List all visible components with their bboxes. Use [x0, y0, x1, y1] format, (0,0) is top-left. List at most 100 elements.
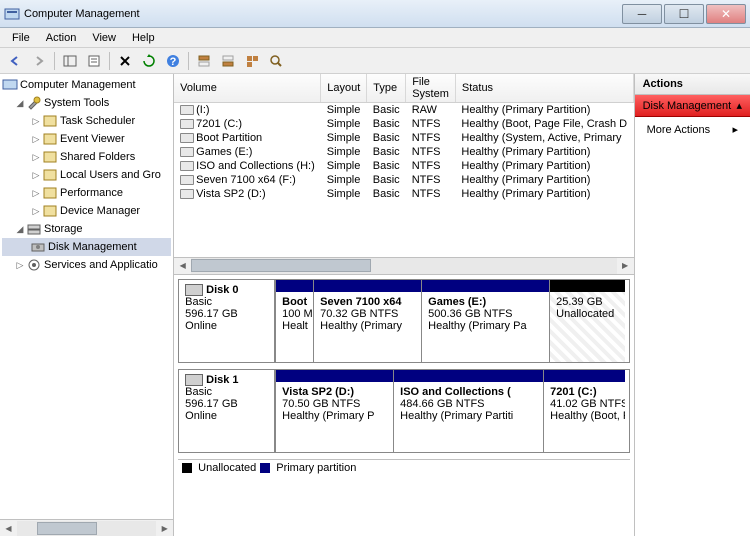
storage-icon — [26, 221, 42, 237]
menu-file[interactable]: File — [4, 30, 38, 46]
volume-row[interactable]: Vista SP2 (D:)SimpleBasicNTFSHealthy (Pr… — [174, 187, 633, 201]
delete-button[interactable] — [114, 50, 136, 72]
partition-status: Healthy (Primary — [320, 320, 402, 332]
back-button[interactable] — [4, 50, 26, 72]
column-header[interactable]: Layout — [321, 74, 367, 103]
scroll-thumb[interactable] — [191, 259, 371, 272]
disk-size: 596.17 GB — [185, 308, 268, 320]
partition-status: Healthy (Boot, Pag — [550, 410, 625, 422]
expand-icon[interactable]: ▷ — [30, 188, 42, 199]
volume-row[interactable]: Boot PartitionSimpleBasicNTFSHealthy (Sy… — [174, 131, 633, 145]
tree-disk-management[interactable]: Disk Management — [2, 238, 171, 256]
tree-item[interactable]: ▷Performance — [2, 184, 171, 202]
disk-size: 596.17 GB — [185, 398, 268, 410]
expand-icon[interactable]: ▷ — [30, 152, 42, 163]
tree-label: Event Viewer — [60, 133, 125, 145]
toolbar: ? — [0, 48, 750, 74]
menu-action[interactable]: Action — [38, 30, 85, 46]
volume-row[interactable]: ISO and Collections (H:)SimpleBasicNTFSH… — [174, 159, 633, 173]
column-header[interactable]: File System — [406, 74, 456, 103]
forward-button[interactable] — [28, 50, 50, 72]
actions-selected-label: Disk Management — [643, 100, 732, 112]
partition-stripe — [276, 370, 393, 382]
disk-graphical-view: Disk 0Basic596.17 GBOnlineBoot100 MHealt… — [174, 274, 633, 536]
item-icon — [42, 131, 58, 147]
volume-icon — [180, 133, 194, 143]
partition-size: 70.50 GB NTFS — [282, 398, 360, 410]
volume-row[interactable]: Seven 7100 x64 (F:)SimpleBasicNTFSHealth… — [174, 173, 633, 187]
partition[interactable]: Games (E:)500.36 GB NTFSHealthy (Primary… — [421, 280, 549, 362]
expand-icon[interactable]: ▷ — [30, 170, 42, 181]
disk-info[interactable]: Disk 1Basic596.17 GBOnline — [179, 370, 275, 452]
partition-size: 484.66 GB NTFS — [400, 398, 484, 410]
scroll-right-icon[interactable]: ▶ — [156, 521, 173, 536]
minimize-button[interactable]: ─ — [622, 4, 662, 24]
view-top-button[interactable] — [193, 50, 215, 72]
expand-icon[interactable]: ▷ — [14, 260, 26, 271]
tree-system-tools[interactable]: ◢ System Tools — [2, 94, 171, 112]
disk-info[interactable]: Disk 0Basic596.17 GBOnline — [179, 280, 275, 362]
expand-icon[interactable]: ▷ — [30, 206, 42, 217]
grid-scrollbar[interactable]: ◀ ▶ — [174, 257, 633, 274]
partition[interactable]: ISO and Collections (484.66 GB NTFSHealt… — [393, 370, 543, 452]
partition[interactable]: 7201 (C:)41.02 GB NTFSHealthy (Boot, Pag — [543, 370, 625, 452]
volume-icon — [180, 161, 194, 171]
tree-item[interactable]: ▷Device Manager — [2, 202, 171, 220]
scroll-right-icon[interactable]: ▶ — [617, 258, 634, 273]
scroll-left-icon[interactable]: ◀ — [0, 521, 17, 536]
unallocated-space[interactable]: 25.39 GBUnallocated — [549, 280, 625, 362]
tree-storage[interactable]: ◢ Storage — [2, 220, 171, 238]
disk-icon — [185, 284, 203, 296]
navigation-tree: Computer Management ◢ System Tools ▷Task… — [0, 74, 174, 536]
volume-icon — [180, 189, 194, 199]
volume-icon — [180, 175, 194, 185]
actions-more[interactable]: More Actions ▸ — [635, 117, 750, 142]
tree-item[interactable]: ▷ Event Viewer — [2, 130, 171, 148]
tree-item[interactable]: ▷Task Scheduler — [2, 112, 171, 130]
view-bottom-button[interactable] — [217, 50, 239, 72]
volume-row[interactable]: Games (E:)SimpleBasicNTFSHealthy (Primar… — [174, 145, 633, 159]
tree-item[interactable]: ▷Local Users and Gro — [2, 166, 171, 184]
disk-name: Disk 1 — [206, 374, 238, 386]
scroll-left-icon[interactable]: ◀ — [174, 258, 191, 273]
tree-root[interactable]: Computer Management — [2, 76, 171, 94]
partition-status: Healthy (Primary P — [282, 410, 374, 422]
maximize-button[interactable]: ☐ — [664, 4, 704, 24]
show-hide-tree-button[interactable] — [59, 50, 81, 72]
collapse-icon[interactable]: ◢ — [14, 224, 26, 235]
tree-label: System Tools — [44, 97, 109, 109]
tree-services[interactable]: ▷ Services and Applicatio — [2, 256, 171, 274]
actions-header: Actions — [635, 74, 750, 95]
refresh-button[interactable] — [138, 50, 160, 72]
column-header[interactable]: Status — [455, 74, 633, 103]
scroll-thumb[interactable] — [37, 522, 97, 535]
close-button[interactable]: ✕ — [706, 4, 746, 24]
menu-view[interactable]: View — [84, 30, 124, 46]
actions-pane: Actions Disk Management ▴ More Actions ▸ — [635, 74, 750, 536]
services-icon — [26, 257, 42, 273]
legend-swatch-unallocated — [182, 463, 192, 473]
settings-button[interactable] — [241, 50, 263, 72]
partition[interactable]: Boot100 MHealt — [275, 280, 313, 362]
properties-button[interactable] — [83, 50, 105, 72]
volume-row[interactable]: 7201 (C:)SimpleBasicNTFSHealthy (Boot, P… — [174, 117, 633, 131]
expand-icon[interactable]: ▷ — [30, 116, 42, 127]
partition-size: 25.39 GB — [556, 296, 602, 308]
collapse-icon[interactable]: ◢ — [14, 98, 26, 109]
volume-row[interactable]: (I:)SimpleBasicRAWHealthy (Primary Parti… — [174, 103, 633, 118]
partition[interactable]: Seven 7100 x6470.32 GB NTFSHealthy (Prim… — [313, 280, 421, 362]
tools-icon — [26, 95, 42, 111]
disk-name: Disk 0 — [206, 284, 238, 296]
help-button[interactable]: ? — [162, 50, 184, 72]
partition[interactable]: Vista SP2 (D:)70.50 GB NTFSHealthy (Prim… — [275, 370, 393, 452]
expand-icon[interactable]: ▷ — [30, 134, 42, 145]
actions-selected[interactable]: Disk Management ▴ — [635, 95, 750, 117]
tree-scrollbar[interactable]: ◀ ▶ — [0, 519, 173, 536]
partition-status: Healthy (Primary Pa — [428, 320, 526, 332]
tree-item[interactable]: ▷Shared Folders — [2, 148, 171, 166]
menu-help[interactable]: Help — [124, 30, 163, 46]
column-header[interactable]: Type — [367, 74, 406, 103]
query-button[interactable] — [265, 50, 287, 72]
column-header[interactable]: Volume — [174, 74, 321, 103]
legend-swatch-primary — [260, 463, 270, 473]
